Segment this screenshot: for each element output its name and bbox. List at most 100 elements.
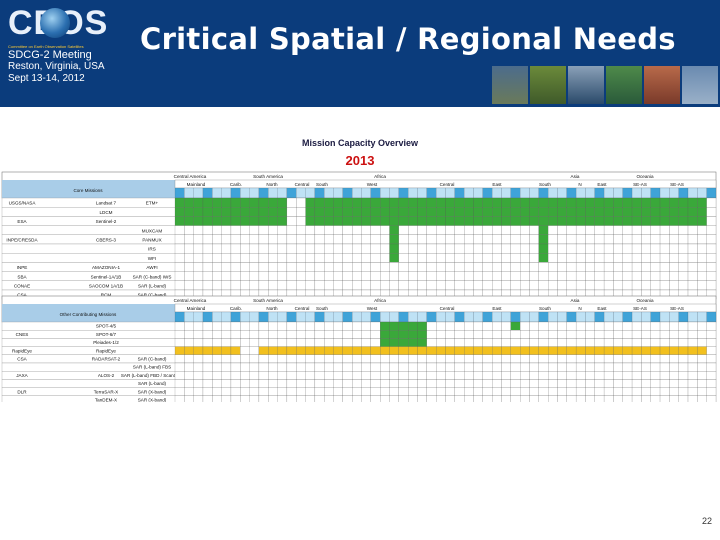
column-header-cell — [258, 311, 269, 323]
coverage-cell — [268, 330, 278, 339]
coverage-cell — [575, 379, 586, 388]
column-header-cell — [678, 311, 689, 323]
coverage-cell — [324, 253, 334, 263]
coverage-cell — [557, 362, 567, 372]
coverage-cell — [687, 253, 698, 263]
coverage-cell — [324, 207, 334, 217]
coverage-cell — [585, 371, 595, 380]
coverage-cell — [193, 197, 204, 208]
coverage-cell — [566, 225, 577, 235]
coverage-cell — [230, 197, 241, 208]
coverage-cell — [548, 387, 558, 396]
coverage-cell — [678, 338, 689, 347]
coverage-cell — [631, 354, 642, 364]
coverage-cell — [548, 379, 558, 388]
coverage-cell — [436, 197, 446, 208]
coverage-cell — [622, 371, 633, 380]
coverage-cell — [286, 395, 297, 402]
coverage-cell — [659, 243, 670, 254]
coverage-cell — [426, 379, 437, 388]
coverage-cell — [622, 395, 633, 402]
coverage-cell — [324, 362, 334, 372]
coverage-cell — [548, 371, 558, 380]
coverage-cell — [706, 371, 717, 380]
coverage-cell — [380, 243, 390, 254]
coverage-cell — [202, 354, 213, 364]
coverage-cell — [594, 216, 605, 226]
row-mission: TerraSAR-X — [94, 389, 119, 394]
coverage-cell — [305, 207, 316, 217]
subregion-label: Central — [440, 306, 455, 311]
column-header-cell — [370, 187, 381, 199]
coverage-cell — [426, 387, 437, 396]
coverage-cell — [650, 379, 661, 388]
coverage-cell — [594, 234, 605, 245]
coverage-cell — [342, 197, 353, 208]
coverage-cell — [296, 197, 306, 208]
coverage-cell — [622, 387, 633, 396]
coverage-cell — [641, 379, 651, 388]
column-header-cell — [380, 187, 390, 199]
coverage-cell — [687, 338, 698, 347]
coverage-cell — [650, 207, 661, 217]
coverage-cell — [426, 253, 437, 263]
coverage-cell — [650, 280, 661, 291]
coverage-cell — [641, 271, 651, 281]
coverage-cell — [520, 395, 530, 402]
coverage-cell — [212, 271, 222, 281]
coverage-cell — [361, 234, 371, 245]
coverage-cell — [659, 330, 670, 339]
coverage-cell — [193, 395, 204, 402]
coverage-cell — [324, 371, 334, 380]
coverage-cell — [464, 253, 474, 263]
coverage-cell — [380, 216, 390, 226]
coverage-cell — [529, 371, 539, 380]
coverage-cell — [184, 253, 194, 263]
coverage-cell — [361, 379, 371, 388]
coverage-cell — [631, 271, 642, 281]
coverage-cell — [230, 280, 241, 291]
coverage-cell — [305, 379, 316, 388]
coverage-cell — [361, 243, 371, 254]
coverage-cell — [659, 280, 670, 291]
coverage-cell — [510, 379, 521, 388]
coverage-cell — [417, 234, 427, 245]
coverage-cell — [370, 262, 381, 272]
coverage-cell — [622, 253, 633, 263]
coverage-cell — [436, 243, 446, 254]
coverage-cell — [557, 271, 567, 281]
column-header-cell — [361, 187, 371, 199]
column-header-cell — [389, 187, 399, 199]
coverage-cell — [687, 371, 698, 380]
coverage-cell — [687, 362, 698, 372]
coverage-cell — [398, 280, 409, 291]
coverage-cell — [202, 338, 213, 347]
row-mission: Pleiades-1/2 — [93, 340, 119, 345]
coverage-cell — [464, 362, 474, 372]
column-header-cell — [212, 311, 222, 323]
coverage-cell — [557, 243, 567, 254]
coverage-cell — [492, 262, 502, 272]
coverage-cell — [482, 234, 493, 245]
coverage-cell — [174, 395, 185, 402]
coverage-cell — [212, 379, 222, 388]
coverage-cell — [473, 362, 483, 372]
coverage-cell — [342, 321, 353, 331]
coverage-cell — [370, 243, 381, 254]
coverage-cell — [249, 207, 260, 217]
coverage-cell — [389, 262, 399, 272]
coverage-cell — [398, 346, 409, 355]
coverage-cell — [436, 271, 446, 281]
coverage-cell — [492, 371, 502, 380]
coverage-cell — [529, 225, 539, 235]
coverage-cell — [333, 197, 343, 208]
coverage-cell — [697, 216, 707, 226]
coverage-cell — [492, 395, 502, 402]
coverage-cell — [296, 346, 306, 355]
coverage-cell — [324, 197, 334, 208]
column-header-cell — [193, 187, 204, 199]
coverage-cell — [277, 354, 288, 364]
coverage-cell — [687, 330, 698, 339]
coverage-cell — [464, 225, 474, 235]
column-header-cell — [436, 187, 446, 199]
